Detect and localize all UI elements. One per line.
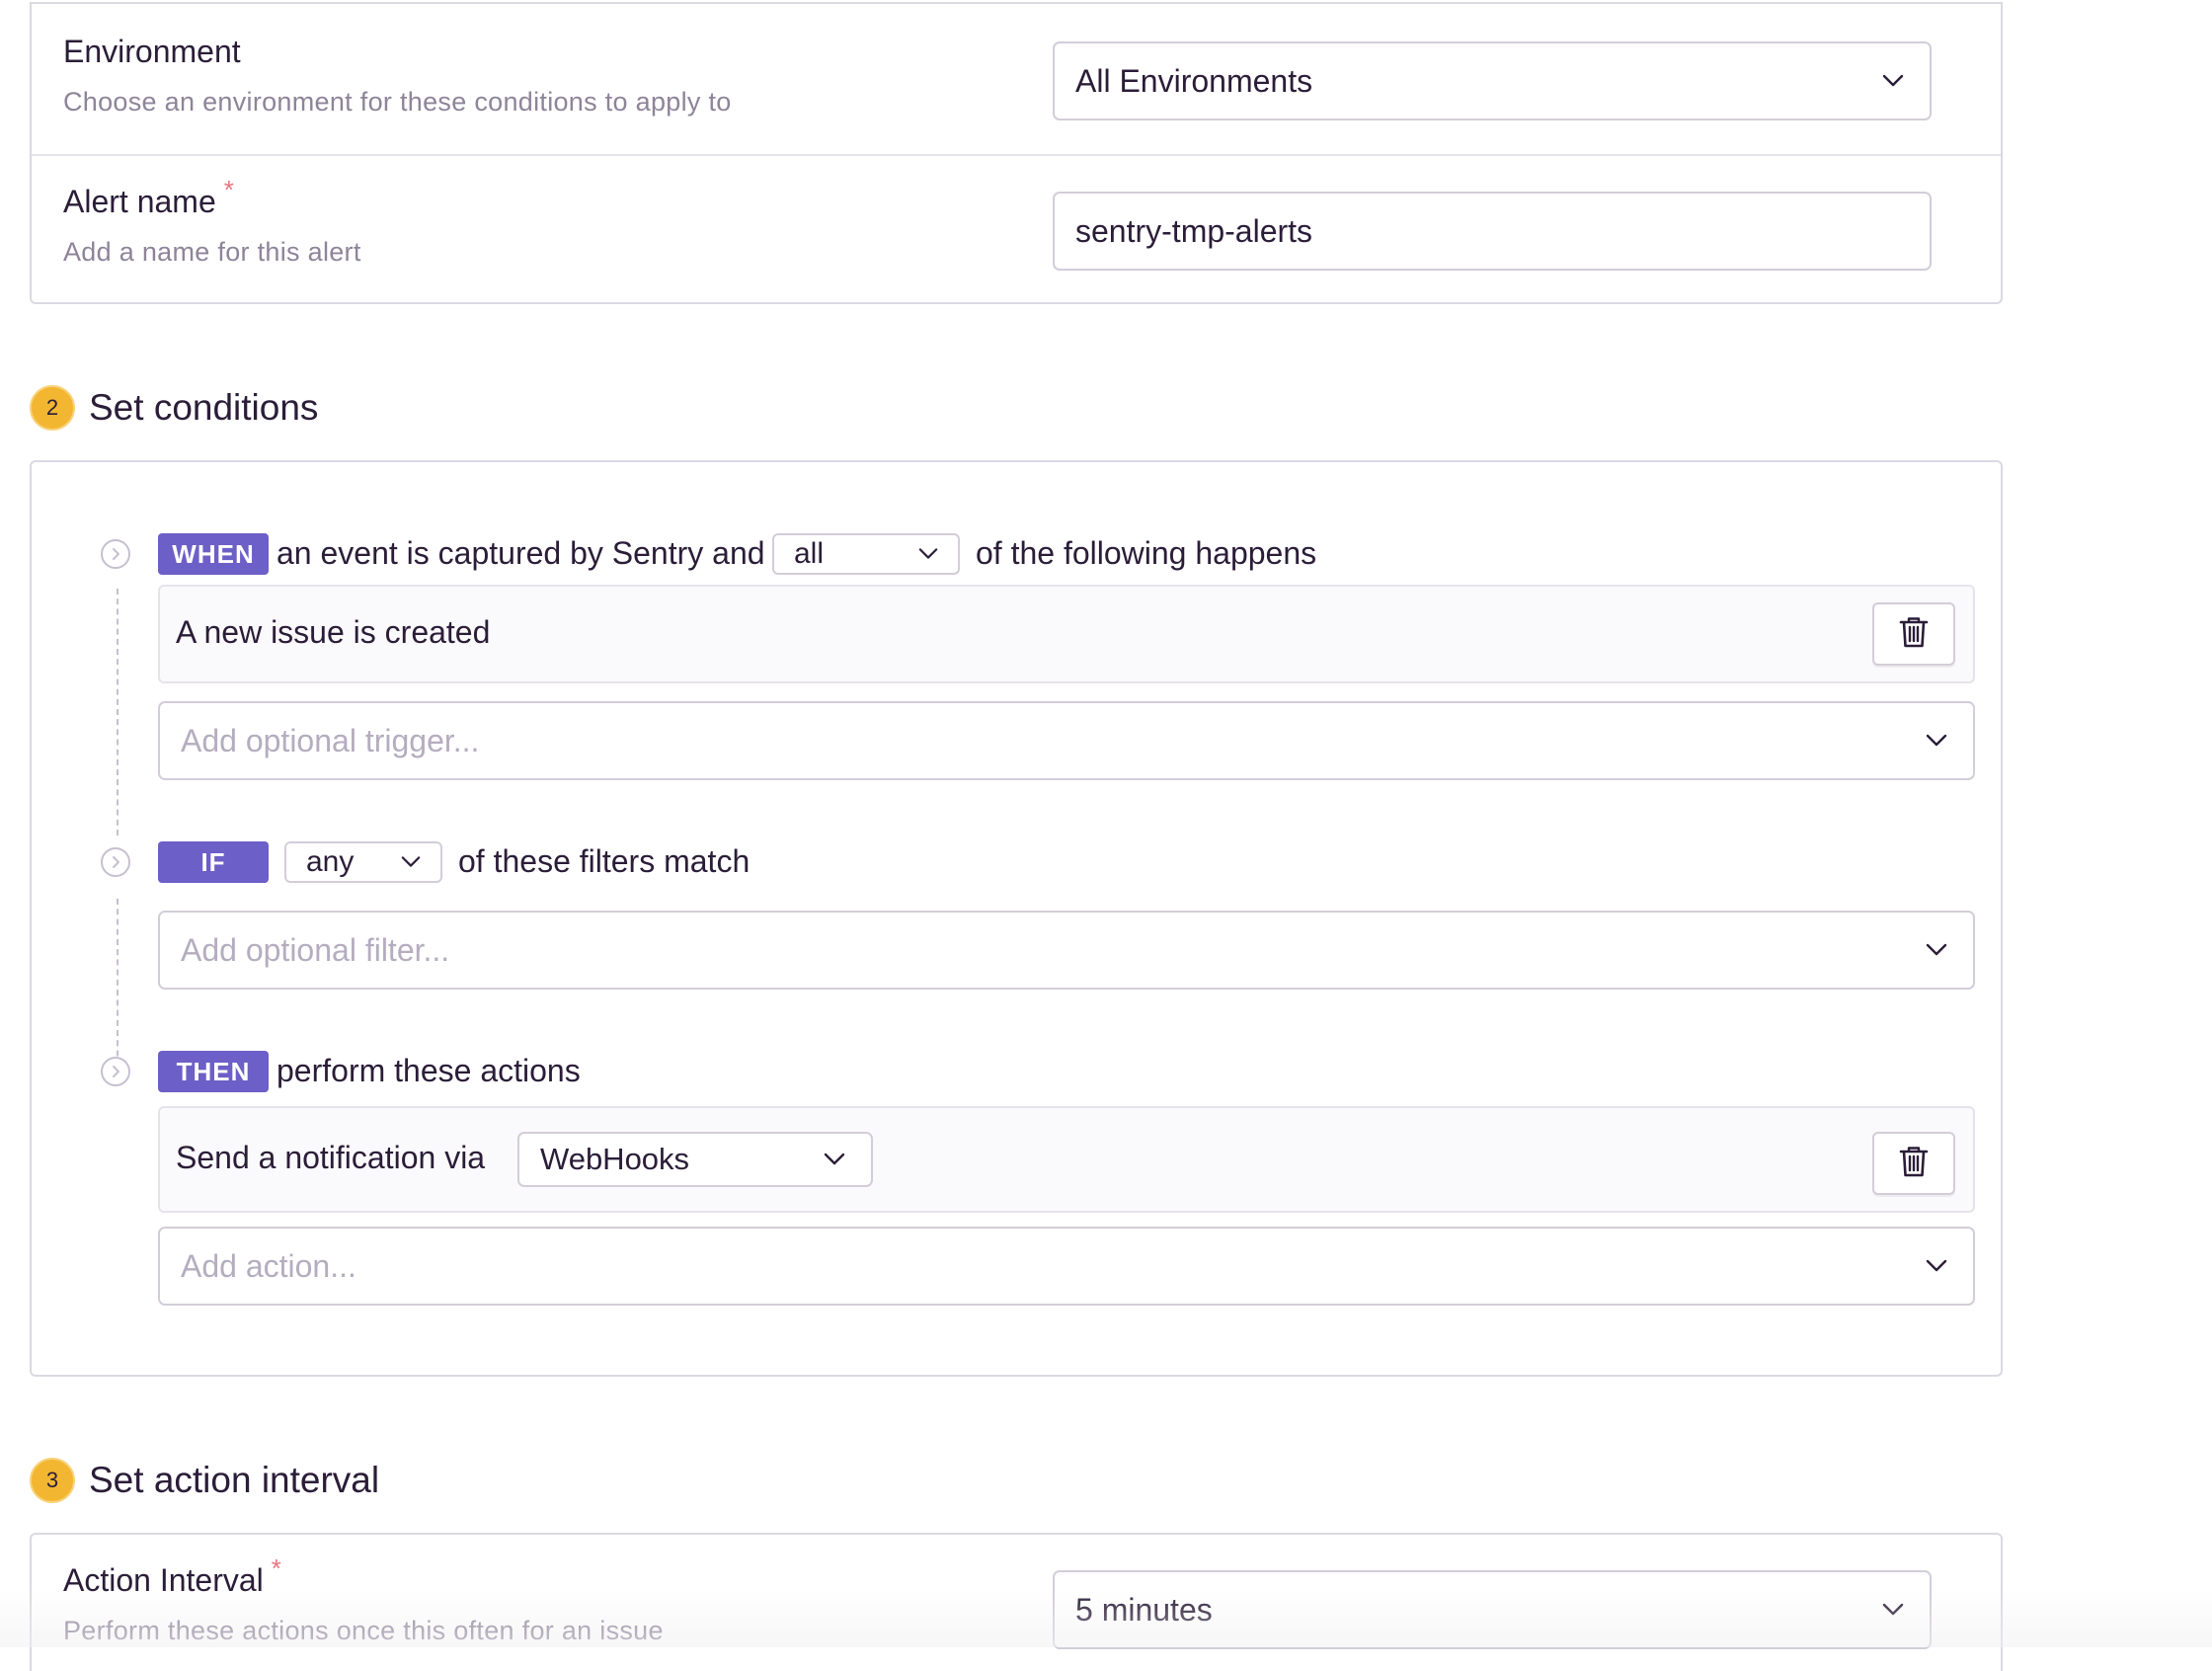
conditions-panel: WHEN an event is captured by Sentry and …: [30, 460, 2003, 1377]
delete-trigger-button[interactable]: [1872, 602, 1955, 666]
chevron-down-icon: [1926, 729, 1947, 751]
when-badge: WHEN: [158, 533, 269, 575]
trigger-rule-text: A new issue is created: [176, 614, 491, 650]
trash-icon: [1899, 616, 1929, 653]
chevron-down-icon: [1926, 938, 1947, 960]
chevron-down-icon: [1882, 1598, 1904, 1620]
then-badge: THEN: [158, 1051, 269, 1092]
when-match-select[interactable]: all: [772, 533, 960, 575]
add-action-select[interactable]: Add action...: [158, 1227, 1975, 1306]
action-interval-value: 5 minutes: [1075, 1591, 1213, 1628]
alert-name-label-text: Alert name: [63, 184, 216, 219]
add-filter-placeholder: Add optional filter...: [181, 931, 450, 968]
when-description: an event is captured by Sentry and: [276, 535, 765, 571]
alert-settings-panel: Environment Choose an environment for th…: [30, 2, 2003, 304]
if-badge: IF: [158, 841, 269, 883]
alert-name-row: Alert name * Add a name for this alert se…: [32, 156, 2001, 304]
action-interval-select[interactable]: 5 minutes: [1053, 1570, 1932, 1649]
set-action-interval-title: Set action interval: [89, 1460, 380, 1500]
add-trigger-select[interactable]: Add optional trigger...: [158, 701, 1975, 780]
then-description: perform these actions: [276, 1053, 581, 1088]
chevron-down-icon: [918, 543, 938, 563]
trigger-rule-card: A new issue is created: [158, 585, 1975, 683]
alert-name-help: Add a name for this alert: [63, 237, 361, 267]
set-conditions-header: 2 Set conditions: [30, 385, 318, 431]
required-indicator: *: [271, 1553, 281, 1583]
add-action-placeholder: Add action...: [181, 1247, 356, 1284]
step-number-badge: 2: [30, 385, 75, 431]
notification-service-value: WebHooks: [540, 1142, 690, 1176]
environment-select-value: All Environments: [1075, 62, 1313, 99]
timeline-connector: [117, 899, 118, 1076]
chevron-down-icon: [1926, 1254, 1947, 1276]
when-description-suffix: of the following happens: [976, 535, 1317, 571]
environment-select[interactable]: All Environments: [1053, 41, 1932, 120]
environment-row: Environment Choose an environment for th…: [32, 4, 2001, 154]
action-interval-help: Perform these actions once this often fo…: [63, 1616, 664, 1645]
action-rule-card: Send a notification via WebHooks: [158, 1106, 1975, 1213]
delete-action-button[interactable]: [1872, 1132, 1955, 1195]
chevron-down-icon: [401, 851, 421, 871]
action-rule-label: Send a notification via: [176, 1140, 486, 1175]
action-interval-label: Action Interval *: [63, 1553, 281, 1599]
trash-icon: [1899, 1146, 1929, 1182]
alert-name-label: Alert name *: [63, 175, 234, 220]
if-match-select[interactable]: any: [284, 841, 442, 883]
set-action-interval-header: 3 Set action interval: [30, 1458, 379, 1503]
chevron-circle-icon: [101, 539, 130, 569]
chevron-down-icon: [824, 1148, 845, 1169]
alert-name-input[interactable]: sentry-tmp-alerts: [1053, 192, 1932, 271]
required-indicator: *: [223, 175, 234, 204]
action-interval-label-text: Action Interval: [63, 1562, 264, 1598]
alert-name-input-value: sentry-tmp-alerts: [1075, 212, 1313, 249]
when-match-value: all: [794, 537, 825, 570]
if-description-suffix: of these filters match: [458, 843, 750, 879]
timeline-connector: [117, 589, 118, 836]
notification-service-select[interactable]: WebHooks: [517, 1132, 873, 1187]
step-number-badge: 3: [30, 1458, 75, 1503]
environment-help: Choose an environment for these conditio…: [63, 87, 732, 117]
set-conditions-title: Set conditions: [89, 387, 319, 428]
environment-label: Environment: [63, 34, 241, 69]
add-trigger-placeholder: Add optional trigger...: [181, 722, 480, 758]
chevron-circle-icon: [101, 1057, 130, 1086]
chevron-down-icon: [1882, 69, 1904, 91]
action-interval-panel: Action Interval * Perform these actions o…: [30, 1533, 2003, 1671]
chevron-circle-icon: [101, 847, 130, 877]
if-match-value: any: [306, 845, 355, 878]
add-filter-select[interactable]: Add optional filter...: [158, 911, 1975, 990]
